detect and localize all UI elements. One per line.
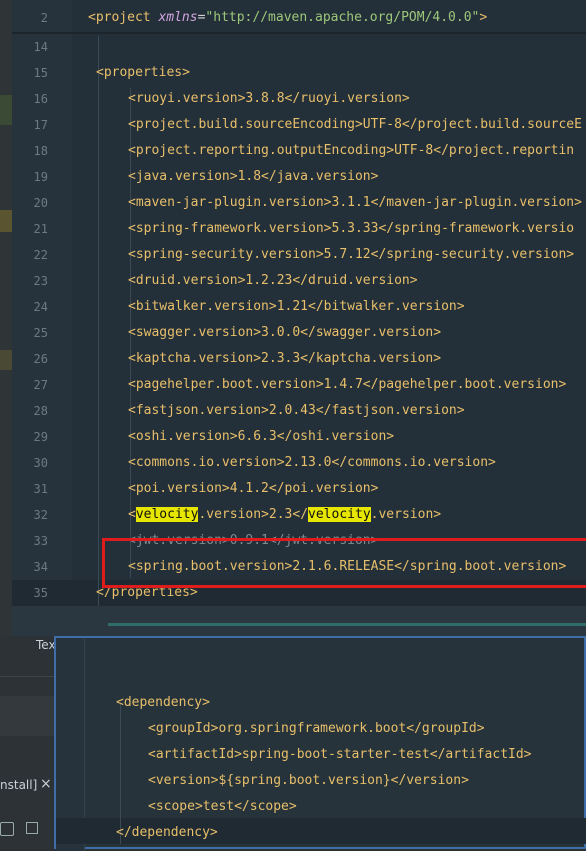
code-text: <ruoyi.version>3.8.8</ruoyi.version> <box>128 91 410 106</box>
code-text: <kaptcha.version>2.3.3</kaptcha.version> <box>128 351 442 366</box>
panel-row <box>0 696 54 736</box>
line-number: 23 <box>33 274 48 288</box>
code-line[interactable]: 29 <oshi.version>6.6.3</oshi.version> <box>12 424 586 450</box>
install-label[interactable]: nstall] <box>0 778 37 792</box>
code-text: <project xmlns="http://maven.apache.org/… <box>88 10 488 25</box>
line-number: 35 <box>33 586 48 600</box>
popup-line: <artifactId>spring-boot-starter-test</ar… <box>148 747 532 762</box>
code-line[interactable]: 32 <velocity.version>2.3</velocity.versio… <box>12 502 586 528</box>
code-editor[interactable]: 2 <project xmlns="http://maven.apache.or… <box>12 0 586 636</box>
popup-line: <scope>test</scope> <box>148 799 297 814</box>
code-text: <maven-jar-plugin.version>3.1.1</maven-j… <box>128 195 582 210</box>
quick-definition-popup[interactable]: <dependency> <groupId>org.springframewor… <box>54 636 586 851</box>
teal-indicator-line <box>108 623 586 626</box>
line-number: 31 <box>33 482 48 496</box>
code-text: <druid.version>1.2.23</druid.version> <box>128 273 418 288</box>
login-icon[interactable] <box>26 822 38 834</box>
code-text: <spring-security.version>5.7.12</spring-… <box>128 247 575 262</box>
panel-tab-label[interactable]: Tex <box>36 638 56 652</box>
line-number: 33 <box>33 534 48 548</box>
strip-mark <box>0 350 12 370</box>
camera-icon[interactable] <box>0 822 14 836</box>
code-text: <properties> <box>96 65 190 80</box>
code-line[interactable]: 17 <project.build.sourceEncoding>UTF-8</p… <box>12 112 586 138</box>
code-text: <swagger.version>3.0.0</swagger.version> <box>128 325 442 340</box>
code-line[interactable]: 27 <pagehelper.boot.version>1.4.7</pagehe… <box>12 372 586 398</box>
code-line[interactable]: 31 <poi.version>4.1.2</poi.version> <box>12 476 586 502</box>
strip-mark <box>0 210 12 232</box>
code-text: <oshi.version>6.6.3</oshi.version> <box>128 429 395 444</box>
line-number: 2 <box>40 11 48 25</box>
line-number: 14 <box>33 40 48 54</box>
code-text: <fastjson.version>2.0.43</fastjson.versi… <box>128 403 465 418</box>
code-line[interactable]: 22 <spring-security.version>5.7.12</sprin… <box>12 242 586 268</box>
code-line[interactable]: 24 <bitwalker.version>1.21</bitwalker.ver… <box>12 294 586 320</box>
code-line[interactable]: 2 <project xmlns="http://maven.apache.or… <box>12 5 586 31</box>
code-line[interactable]: 15 <properties> <box>12 60 586 86</box>
line-number: 16 <box>33 92 48 106</box>
code-line[interactable]: 23 <druid.version>1.2.23</druid.version> <box>12 268 586 294</box>
code-text: <jwt.version>0.9.1</jwt.version> <box>128 533 379 548</box>
line-number: 19 <box>33 170 48 184</box>
line-number: 25 <box>33 326 48 340</box>
strip-mark <box>0 95 12 125</box>
code-line[interactable]: 30 <commons.io.version>2.13.0</commons.io… <box>12 450 586 476</box>
line-number: 15 <box>33 66 48 80</box>
code-text: <spring-framework.version>5.3.33</spring… <box>128 221 575 236</box>
line-number: 21 <box>33 222 48 236</box>
code-text: <java.version>1.8</java.version> <box>128 169 379 184</box>
code-line[interactable]: 14 <box>12 34 586 60</box>
left-bottom-panel: Tex nstall] × <box>0 636 56 849</box>
popup-line: <groupId>org.springframework.boot</group… <box>148 721 485 736</box>
editor-bottom-area <box>12 606 586 636</box>
line-number: 34 <box>33 560 48 574</box>
popup-line: <dependency> <box>116 695 210 710</box>
line-number: 32 <box>33 508 48 522</box>
line-number: 24 <box>33 300 48 314</box>
code-line[interactable]: 20 <maven-jar-plugin.version>3.1.1</maven… <box>12 190 586 216</box>
code-line[interactable]: 21 <spring-framework.version>5.3.33</spri… <box>12 216 586 242</box>
code-text: <project.reporting.outputEncoding>UTF-8<… <box>128 143 575 158</box>
code-line[interactable]: 35 </properties> <box>12 580 586 606</box>
divider <box>0 676 54 677</box>
code-line[interactable]: 34 <spring.boot.version>2.1.6.RELEASE</sp… <box>12 554 586 580</box>
code-text: </properties> <box>96 585 198 600</box>
line-number: 26 <box>33 352 48 366</box>
code-text: <project.build.sourceEncoding>UTF-8</pro… <box>128 117 582 132</box>
line-number: 29 <box>33 430 48 444</box>
code-text: <poi.version>4.1.2</poi.version> <box>128 481 379 496</box>
code-text: <spring.boot.version>2.1.6.RELEASE</spri… <box>128 559 567 574</box>
code-line[interactable]: 26 <kaptcha.version>2.3.3</kaptcha.versio… <box>12 346 586 372</box>
popup-line: </dependency> <box>116 825 218 840</box>
close-icon[interactable]: × <box>40 776 52 792</box>
code-text: <bitwalker.version>1.21</bitwalker.versi… <box>128 299 465 314</box>
code-line[interactable]: 19 <java.version>1.8</java.version> <box>12 164 586 190</box>
line-number: 22 <box>33 248 48 262</box>
code-line[interactable]: 25 <swagger.version>3.0.0</swagger.versio… <box>12 320 586 346</box>
line-number: 27 <box>33 378 48 392</box>
code-line[interactable]: 18 <project.reporting.outputEncoding>UTF-… <box>12 138 586 164</box>
code-text: <commons.io.version>2.13.0</commons.io.v… <box>128 455 496 470</box>
code-line[interactable]: 16 <ruoyi.version>3.8.8</ruoyi.version> <box>12 86 586 112</box>
line-number: 30 <box>33 456 48 470</box>
code-line[interactable]: 28 <fastjson.version>2.0.43</fastjson.ver… <box>12 398 586 424</box>
line-number: 28 <box>33 404 48 418</box>
popup-line: <version>${spring.boot.version}</version… <box>148 773 469 788</box>
line-number: 18 <box>33 144 48 158</box>
code-line[interactable]: 33 <jwt.version>0.9.1</jwt.version> <box>12 528 586 554</box>
line-number: 17 <box>33 118 48 132</box>
code-text: <pagehelper.boot.version>1.4.7</pagehelp… <box>128 377 567 392</box>
code-text: <velocity.version>2.3</velocity.version> <box>128 507 442 522</box>
line-number: 20 <box>33 196 48 210</box>
